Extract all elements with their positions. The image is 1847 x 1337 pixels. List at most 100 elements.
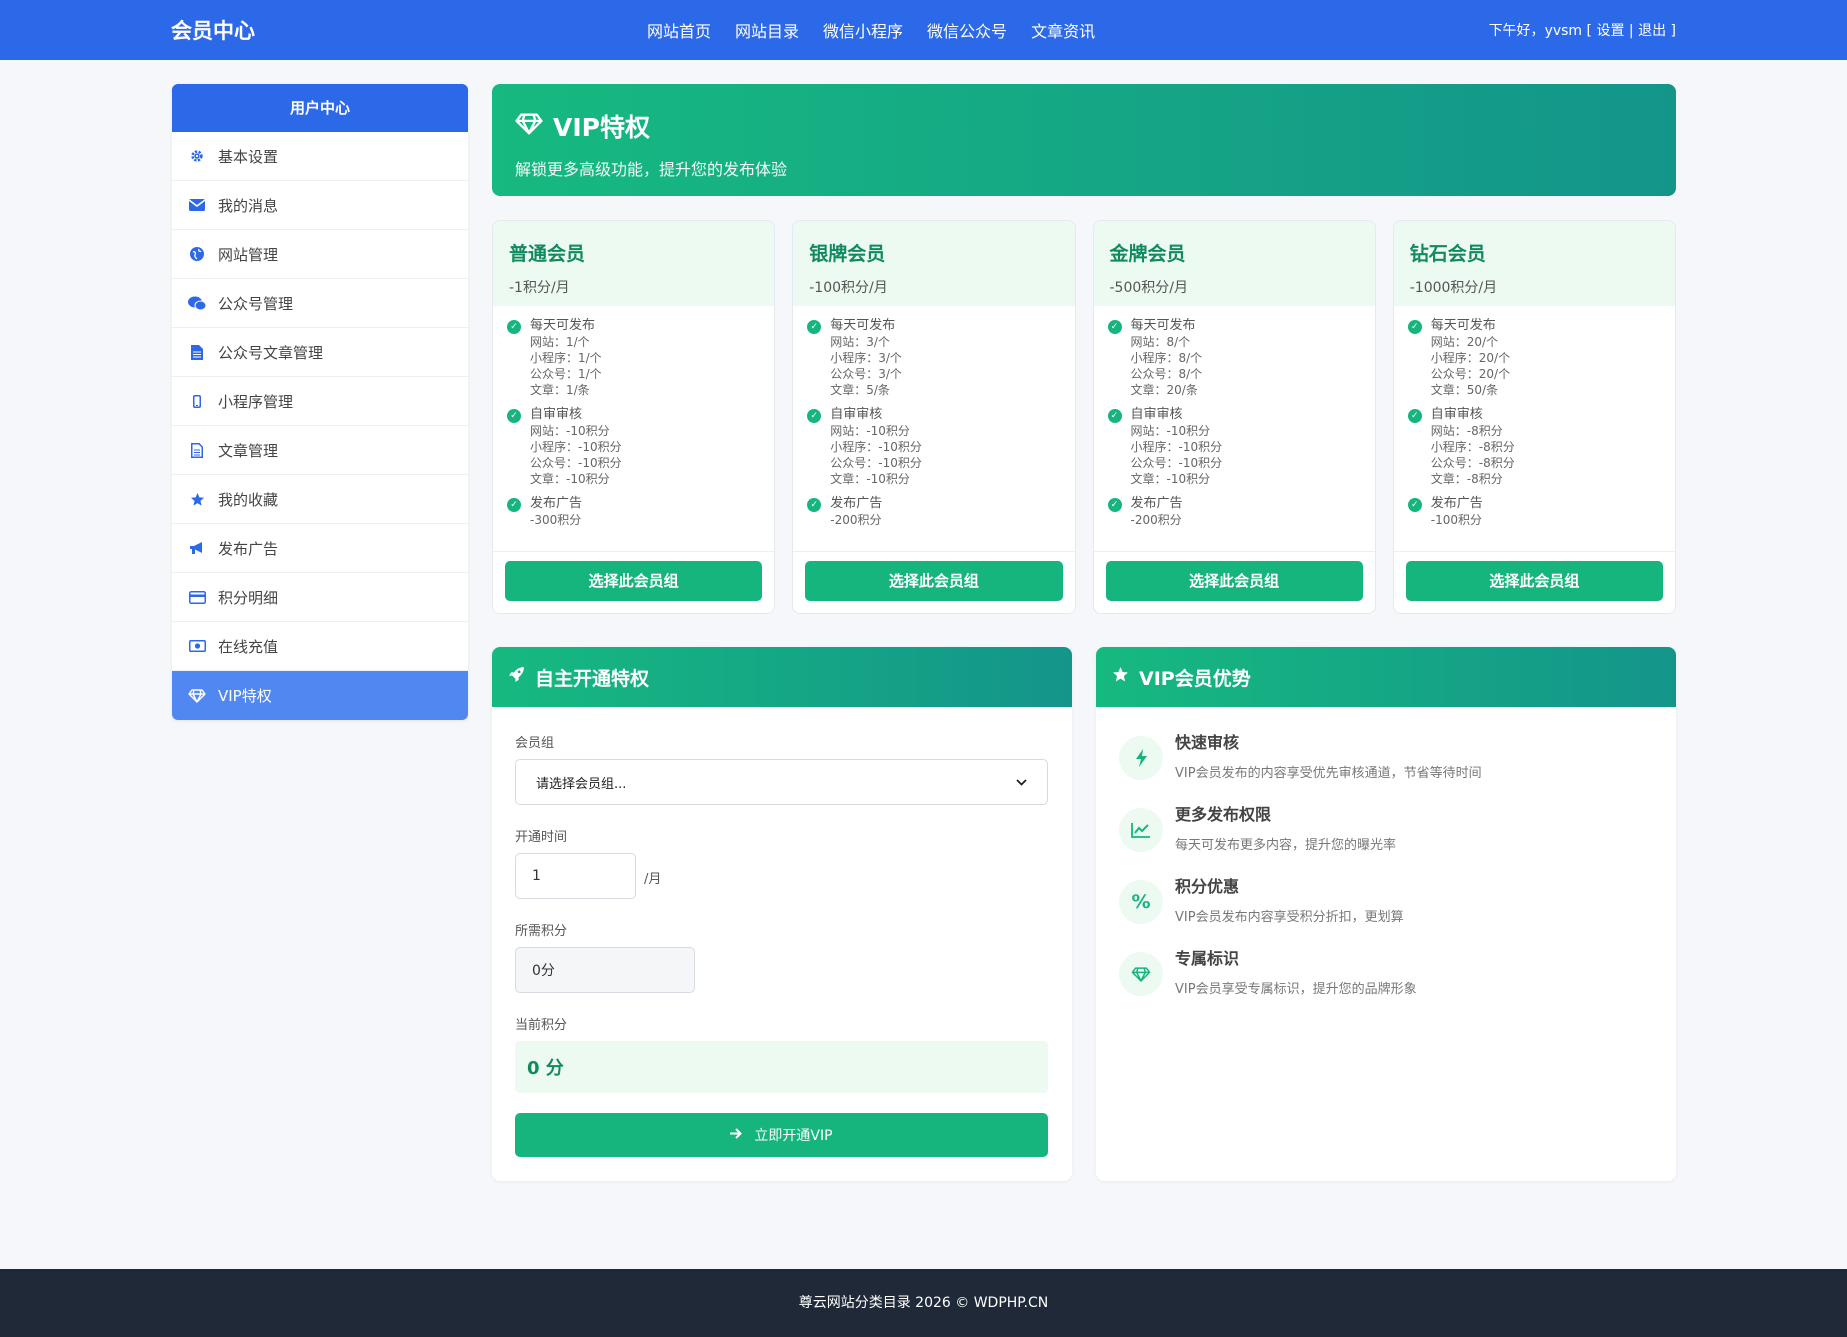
open-vip-button[interactable]: 立即开通VIP xyxy=(515,1113,1048,1157)
feature-line: 网站：8/个 xyxy=(1130,335,1191,349)
plan-card: 金牌会员 -500积分/月 ✓ 每天可发布 网站：8/个 小程序：8/个 公众号：8/个 文章… xyxy=(1092,220,1376,614)
feature-line: 小程序：8/个 xyxy=(1130,351,1203,365)
star-icon xyxy=(188,490,206,508)
feature-title: 发布广告 xyxy=(1430,496,1483,511)
vip-advantages-panel: VIP会员优势 快速审核 VIP会员发布的内容享受优先审核通道，节省等待时间 更… xyxy=(1096,647,1676,1181)
check-circle-icon: ✓ xyxy=(1407,498,1422,512)
hero-title-row: VIP特权 xyxy=(515,108,1653,144)
panel-header: 自主开通特权 xyxy=(492,647,1072,707)
sidebar-item-publish-ad[interactable]: 发布广告 xyxy=(172,524,468,573)
feature-line: 公众号：3/个 xyxy=(830,367,902,381)
open-vip-panel: 自主开通特权 会员组 请选择会员组... 开通时间 1 /月 所需积分 0分 当… xyxy=(492,647,1072,1181)
plan-card: 钻石会员 -1000积分/月 ✓ 每天可发布 网站：20/个 小程序：20/个 公众号：20… xyxy=(1392,220,1676,614)
sidebar-item-label: 在线充值 xyxy=(218,637,279,656)
plan-card: 银牌会员 -100积分/月 ✓ 每天可发布 网站：3/个 小程序：3/个 公众号：3/个 文章… xyxy=(792,220,1076,614)
feature-line: 小程序：-10积分 xyxy=(530,440,622,454)
file-icon xyxy=(188,343,206,361)
feature-line: 网站：1/个 xyxy=(530,335,590,349)
select-plan-button[interactable]: 选择此会员组 xyxy=(1405,561,1663,601)
advantage-title: 更多发布权限 xyxy=(1175,805,1272,824)
sidebar-item-article-management[interactable]: 文章管理 xyxy=(172,426,468,475)
feature-line: 网站：-8积分 xyxy=(1430,424,1503,438)
bolt-icon xyxy=(1119,736,1163,780)
feature-title: 自审审核 xyxy=(1430,407,1483,422)
feature-line: -100积分 xyxy=(1430,513,1482,527)
greeting: 下午好， xyxy=(1488,23,1545,39)
credit-card-icon xyxy=(188,588,206,606)
plan-features: ✓ 每天可发布 网站：8/个 小程序：8/个 公众号：8/个 文章：20/条 ✓ 自审审核 网站… xyxy=(1093,306,1375,552)
plan-features: ✓ 每天可发布 网站：1/个 小程序：1/个 公众号：1/个 文章：1/条 ✓ 自审审核 网站：… xyxy=(493,306,775,552)
feature-title: 每天可发布 xyxy=(530,318,596,333)
check-circle-icon: ✓ xyxy=(507,498,521,512)
check-circle-icon: ✓ xyxy=(807,498,822,512)
plan-name: 普通会员 xyxy=(509,243,586,265)
username[interactable]: yvsm xyxy=(1545,23,1583,39)
check-circle-icon: ✓ xyxy=(1407,409,1422,423)
plan-price: -100积分/月 xyxy=(809,280,888,296)
select-plan-button[interactable]: 选择此会员组 xyxy=(805,561,1063,601)
feature-line: 公众号：-10积分 xyxy=(1130,456,1223,470)
sidebar-item-official-account[interactable]: 公众号管理 xyxy=(172,279,468,328)
feature-title: 发布广告 xyxy=(830,496,883,511)
sidebar-item-label: 公众号文章管理 xyxy=(218,343,324,362)
feature-title: 每天可发布 xyxy=(1130,318,1196,333)
current-points-label: 当前积分 xyxy=(515,1018,568,1033)
feature-line: 小程序：-10积分 xyxy=(830,440,922,454)
feature-line: 文章：50/条 xyxy=(1430,383,1499,397)
sidebar: 用户中心 基本设置 我的消息 网站管理 公众号管理 公众号文章管理 小程序管理 … xyxy=(172,84,468,720)
feature-title: 每天可发布 xyxy=(830,318,896,333)
sidebar-item-vip[interactable]: VIP特权 xyxy=(172,671,468,720)
nav-official-account[interactable]: 微信公众号 xyxy=(927,18,1007,42)
document-icon xyxy=(188,441,206,459)
vip-hero-banner: VIP特权 解锁更多高级功能，提升您的发布体验 xyxy=(492,84,1676,196)
sidebar-item-points-detail[interactable]: 积分明细 xyxy=(172,573,468,622)
advantage-title: 快速审核 xyxy=(1175,733,1240,752)
settings-link[interactable]: 设置 xyxy=(1596,23,1624,39)
advantage-desc: 每天可发布更多内容，提升您的曝光率 xyxy=(1175,838,1397,853)
feature-item: ✓ 每天可发布 网站：20/个 小程序：20/个 公众号：20/个 文章：50/条 xyxy=(1407,318,1661,398)
sidebar-item-basic-settings[interactable]: 基本设置 xyxy=(172,132,468,181)
sidebar-item-messages[interactable]: 我的消息 xyxy=(172,181,468,230)
plan-name: 金牌会员 xyxy=(1109,243,1186,265)
panel-header: VIP会员优势 xyxy=(1096,647,1676,707)
panel-title: VIP会员优势 xyxy=(1139,667,1251,690)
nav-miniprogram[interactable]: 微信小程序 xyxy=(823,18,903,42)
feature-item: ✓ 每天可发布 网站：1/个 小程序：1/个 公众号：1/个 文章：1/条 xyxy=(507,318,760,398)
panel-title: 自主开通特权 xyxy=(535,667,650,690)
plan-cards: 普通会员 -1积分/月 ✓ 每天可发布 网站：1/个 小程序：1/个 公众号：1/个 文章：1… xyxy=(492,220,1676,614)
check-circle-icon: ✓ xyxy=(1107,498,1122,512)
nav-directory[interactable]: 网站目录 xyxy=(735,18,799,42)
open-vip-button-label: 立即开通VIP xyxy=(754,1128,833,1144)
sidebar-item-miniprogram[interactable]: 小程序管理 xyxy=(172,377,468,426)
footer-copyright: 尊云网站分类目录 2026 © WDPHP.CN xyxy=(798,1295,1049,1311)
feature-item: ✓ 发布广告 -200积分 xyxy=(1107,496,1361,528)
sidebar-item-favorites[interactable]: 我的收藏 xyxy=(172,475,468,524)
nav-home[interactable]: 网站首页 xyxy=(647,18,711,42)
logout-link[interactable]: 退出 xyxy=(1638,23,1666,39)
wechat-icon xyxy=(188,294,206,312)
sidebar-item-official-articles[interactable]: 公众号文章管理 xyxy=(172,328,468,377)
arrow-right-icon xyxy=(730,1127,743,1143)
percent-icon: % xyxy=(1119,880,1163,924)
brand-title[interactable]: 会员中心 xyxy=(171,15,255,45)
chevron-down-icon xyxy=(1016,775,1027,790)
select-plan-button[interactable]: 选择此会员组 xyxy=(505,561,763,601)
mobile-icon xyxy=(188,392,206,410)
sidebar-item-label: 我的收藏 xyxy=(218,490,279,509)
nav-articles[interactable]: 文章资讯 xyxy=(1031,18,1095,42)
plan-features: ✓ 每天可发布 网站：20/个 小程序：20/个 公众号：20/个 文章：50/条 ✓ 自审审… xyxy=(1393,306,1675,552)
star-icon xyxy=(1112,666,1129,688)
rocket-icon xyxy=(508,666,525,688)
sidebar-item-label: 发布广告 xyxy=(218,539,279,558)
top-navbar: 会员中心 网站首页 网站目录 微信小程序 微信公众号 文章资讯 下午好，yvsm… xyxy=(0,0,1847,60)
sidebar-item-site-management[interactable]: 网站管理 xyxy=(172,230,468,279)
feature-title: 每天可发布 xyxy=(1430,318,1496,333)
duration-label: 开通时间 xyxy=(515,830,568,845)
duration-input[interactable]: 1 xyxy=(515,853,636,899)
sidebar-item-recharge[interactable]: 在线充值 xyxy=(172,622,468,671)
feature-line: 小程序：3/个 xyxy=(830,351,902,365)
select-plan-button[interactable]: 选择此会员组 xyxy=(1105,561,1363,601)
feature-line: 公众号：20/个 xyxy=(1430,367,1511,381)
page-title: VIP特权 xyxy=(553,113,650,142)
member-group-select[interactable]: 请选择会员组... xyxy=(515,759,1048,805)
